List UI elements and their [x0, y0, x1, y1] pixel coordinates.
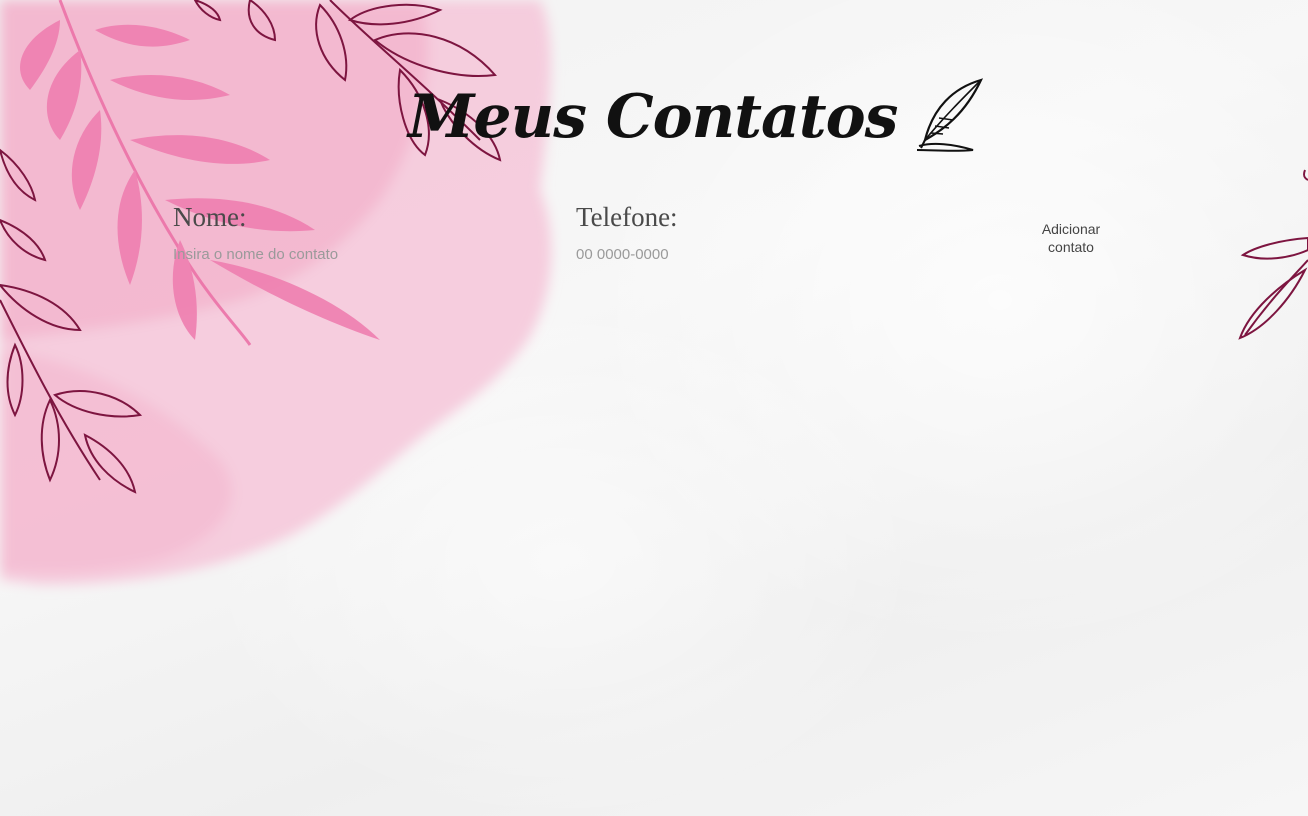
name-label: Nome: — [173, 202, 247, 232]
name-input[interactable] — [173, 244, 503, 264]
add-contact-button[interactable]: Adicionar contato — [1031, 220, 1111, 256]
phone-input[interactable] — [576, 244, 826, 264]
quill-pen-icon — [917, 78, 984, 152]
phone-label: Telefone: — [576, 202, 678, 232]
page-title: Meus Contatos — [408, 82, 898, 152]
outline-leaf-branch-right — [1238, 169, 1308, 340]
page-header: Meus Contatos — [408, 72, 985, 162]
